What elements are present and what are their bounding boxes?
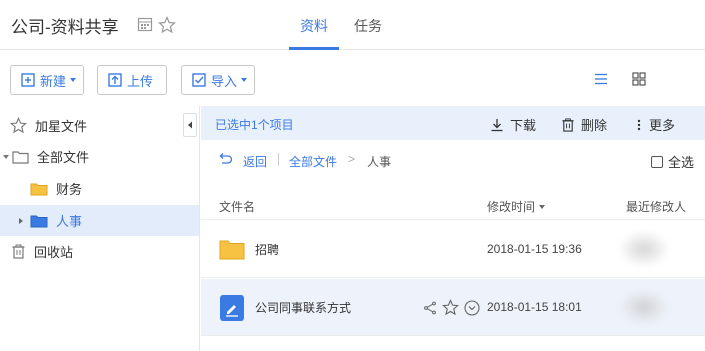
breadcrumb-separator: > (348, 152, 356, 166)
column-modifier[interactable]: 最近修改人 (626, 198, 686, 215)
folder-yellow-icon (219, 238, 245, 260)
chevron-down-icon (70, 78, 77, 82)
app-header: 公司-资料共享 资料 任务 (0, 0, 705, 50)
sidebar-item-trash[interactable]: 回收站 (0, 236, 199, 267)
import-button-label: 导入 (211, 73, 238, 89)
sidebar-item-finance[interactable]: 财务 (0, 173, 199, 204)
column-name[interactable]: 文件名 (219, 198, 255, 215)
column-modified[interactable]: 修改时间 (487, 198, 546, 215)
more-button[interactable]: 更多 (635, 115, 675, 134)
sidebar-collapse-button[interactable] (183, 113, 197, 137)
import-button[interactable]: 导入 (181, 65, 255, 95)
file-name[interactable]: 招聘 (255, 241, 279, 258)
sidebar-item-label: 人事 (56, 214, 83, 229)
modified-time: 2018-01-15 19:36 (487, 242, 582, 256)
table-row[interactable]: 公司同事联系方式 2018-01-15 18:01 (201, 279, 705, 336)
trash-icon (562, 117, 574, 132)
expand-arrow-icon[interactable] (17, 217, 25, 225)
breadcrumb-divider (278, 153, 279, 166)
selection-bar: 已选中1个项目 下载 删除 更多 (201, 106, 705, 140)
grid-view-icon[interactable] (631, 71, 647, 87)
calendar-icon[interactable] (137, 16, 155, 34)
new-file-icon (21, 73, 35, 87)
toolbar: 新建 上传 导入 (0, 51, 705, 106)
page-title: 公司-资料共享 (11, 18, 119, 37)
sort-down-icon (539, 205, 546, 209)
sidebar-item-label: 全部文件 (37, 150, 90, 165)
download-button[interactable]: 下载 (490, 115, 536, 134)
select-all-checkbox[interactable] (651, 155, 663, 168)
delete-button[interactable]: 删除 (561, 115, 607, 134)
breadcrumb-current: 人事 (367, 155, 392, 169)
sidebar-item-hr[interactable]: 人事 (0, 205, 199, 236)
sidebar-item-label: 回收站 (34, 245, 74, 260)
sidebar: 加星文件 全部文件 财务 人事 回收站 (0, 106, 200, 351)
download-icon (491, 118, 503, 131)
list-view-icon[interactable] (593, 71, 609, 87)
sidebar-item-label: 财务 (56, 182, 83, 197)
chevron-down-circle-icon[interactable] (464, 299, 480, 316)
folder-blue-icon (30, 214, 48, 228)
sidebar-item-starred[interactable]: 加星文件 (0, 110, 199, 141)
star-outline-icon (10, 117, 27, 134)
folder-yellow-icon (30, 182, 48, 196)
new-button[interactable]: 新建 (10, 65, 84, 95)
star-icon[interactable] (442, 299, 459, 316)
document-icon (220, 295, 244, 321)
download-label: 下载 (510, 118, 537, 133)
import-icon (192, 73, 206, 87)
share-icon[interactable] (423, 301, 437, 315)
new-button-label: 新建 (40, 73, 67, 89)
row-actions (423, 299, 480, 316)
back-arrow-icon[interactable] (219, 152, 233, 166)
upload-button[interactable]: 上传 (97, 65, 167, 95)
tab-active-indicator (289, 47, 339, 50)
table-header: 文件名 修改时间 最近修改人 (201, 188, 705, 220)
chevron-down-icon (241, 78, 248, 82)
tab-tasks[interactable]: 任务 (354, 16, 382, 36)
breadcrumb: 返回 全部文件 > 人事 全选 (201, 140, 705, 178)
modifier-avatar-blurred (619, 231, 669, 267)
expand-arrow-icon[interactable] (2, 153, 10, 161)
sidebar-item-all-files[interactable]: 全部文件 (0, 141, 199, 172)
select-all-label: 全选 (668, 155, 695, 170)
folder-outline-icon (12, 150, 29, 164)
upload-icon (108, 73, 122, 87)
more-label: 更多 (649, 118, 676, 133)
modifier-avatar-blurred (619, 289, 669, 325)
upload-button-label: 上传 (127, 73, 154, 89)
more-vertical-icon (637, 119, 641, 130)
breadcrumb-all-files[interactable]: 全部文件 (289, 153, 337, 170)
table-row[interactable]: 招聘 2018-01-15 19:36 (201, 221, 705, 278)
modified-time: 2018-01-15 18:01 (487, 300, 582, 314)
back-link[interactable]: 返回 (243, 153, 267, 170)
trash-icon (11, 244, 26, 259)
star-icon[interactable] (158, 16, 176, 34)
delete-label: 删除 (581, 118, 608, 133)
file-name[interactable]: 公司同事联系方式 (255, 299, 351, 316)
select-all[interactable]: 全选 (651, 152, 694, 171)
tab-files[interactable]: 资料 (300, 16, 328, 36)
chevron-left-icon (188, 121, 192, 129)
selection-count: 已选中1个项目 (215, 118, 294, 132)
column-modified-label: 修改时间 (487, 200, 536, 214)
sidebar-item-label: 加星文件 (35, 119, 88, 134)
